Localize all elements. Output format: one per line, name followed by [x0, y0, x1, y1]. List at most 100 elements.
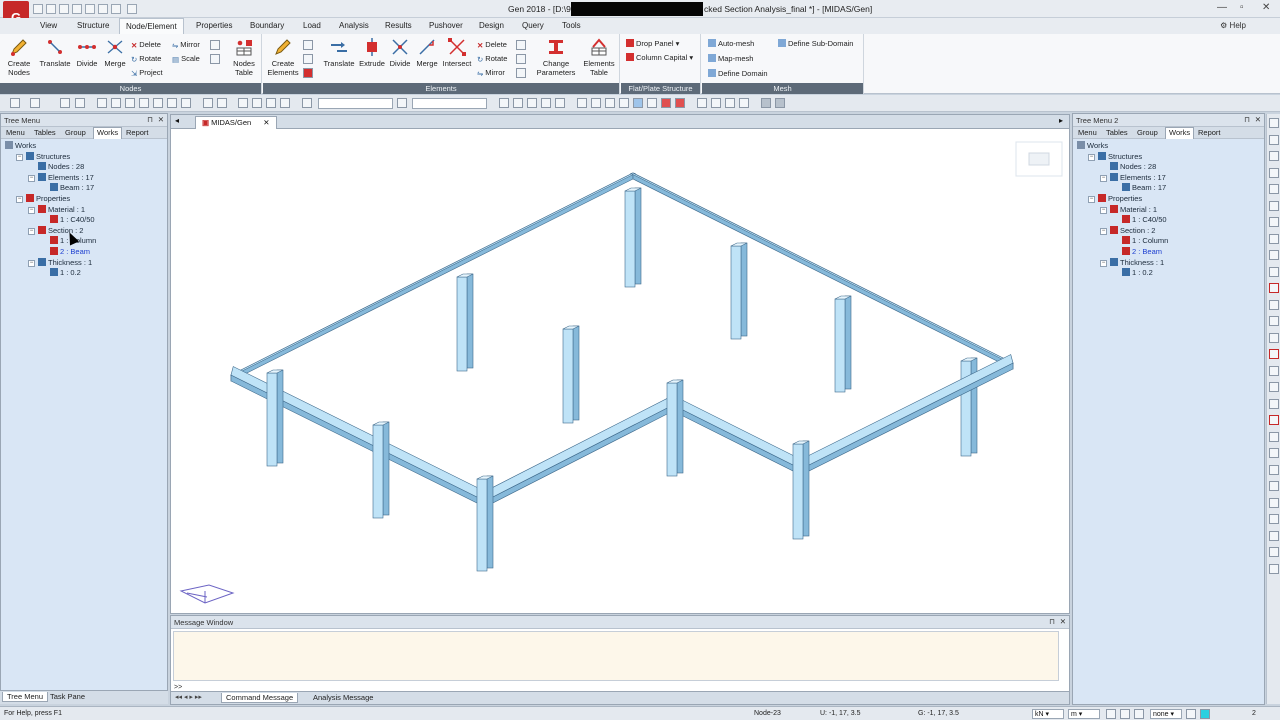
filter-icon[interactable]	[397, 98, 407, 108]
column-element[interactable]	[456, 273, 474, 372]
render-icon[interactable]	[675, 98, 685, 108]
tree-expander[interactable]: −	[28, 227, 35, 235]
status-tool-icon[interactable]	[1200, 709, 1210, 719]
print-preview-icon[interactable]	[98, 4, 108, 14]
tree-expander[interactable]: −	[16, 153, 23, 161]
view-icon[interactable]	[591, 98, 601, 108]
side-tool-icon[interactable]	[1269, 250, 1279, 260]
select-plane-icon[interactable]	[125, 98, 135, 108]
side-tool-icon[interactable]	[1269, 167, 1279, 178]
snap-icon[interactable]	[555, 98, 565, 108]
tree-node[interactable]: Elements : 17	[1110, 172, 1166, 182]
tree-expander[interactable]: −	[1100, 259, 1107, 267]
select-window-icon[interactable]	[75, 98, 85, 108]
change-parameters-button[interactable]: Change Parameters	[535, 37, 577, 77]
merge-elements-button[interactable]: Merge	[414, 37, 440, 68]
tab-scroll-left-icon[interactable]: ◂	[175, 116, 179, 125]
extrude-button[interactable]: Extrude	[357, 37, 387, 68]
open-file-icon[interactable]	[46, 4, 56, 14]
node-tool-icon[interactable]	[210, 40, 220, 50]
column-element[interactable]	[666, 379, 684, 477]
side-tool-icon[interactable]	[1269, 266, 1279, 277]
tab-query[interactable]: Query	[522, 21, 544, 30]
status-tool-icon[interactable]	[1134, 709, 1144, 719]
message-output[interactable]	[173, 631, 1059, 681]
element-tool-icon[interactable]	[303, 68, 313, 78]
tree-expander[interactable]: −	[1100, 227, 1107, 235]
tab-tree-menu[interactable]: Tree Menu	[2, 692, 48, 702]
side-tool-icon[interactable]	[1269, 332, 1279, 343]
tab-load[interactable]: Load	[303, 21, 321, 30]
tree-node[interactable]: Nodes : 28	[38, 162, 84, 171]
tree-node[interactable]: Nodes : 28	[1110, 162, 1156, 171]
side-tool-icon[interactable]	[1269, 431, 1279, 442]
tab-report[interactable]: Report	[126, 128, 149, 137]
tab-report[interactable]: Report	[1198, 128, 1221, 137]
beam-element[interactable]	[629, 172, 1014, 370]
side-tool-icon[interactable]	[1269, 316, 1279, 326]
tab-tables[interactable]: Tables	[1106, 128, 1128, 137]
side-tool-icon[interactable]	[1269, 118, 1279, 128]
maximize-button[interactable]: ▫	[1240, 2, 1244, 13]
side-tool-icon[interactable]	[1269, 547, 1279, 557]
tab-properties[interactable]: Properties	[196, 21, 232, 30]
tree-node[interactable]: Elements : 17	[38, 172, 94, 182]
tab-node-element[interactable]: Node/Element	[119, 18, 184, 34]
iso-view-icon[interactable]	[633, 98, 643, 108]
tree-node[interactable]: 2 : Beam	[50, 247, 90, 256]
tree-expander[interactable]: −	[1100, 174, 1107, 182]
select-volume-icon[interactable]	[139, 98, 149, 108]
project-nodes-button[interactable]: ⇲ Project	[131, 68, 163, 78]
zoom-fit-icon[interactable]	[252, 98, 262, 108]
tree-node[interactable]: Thickness : 1	[38, 257, 92, 267]
translate-elements-button[interactable]: Translate	[321, 37, 357, 68]
element-tool-icon[interactable]	[303, 54, 313, 64]
pin-icon[interactable]: ⊓	[1244, 115, 1250, 124]
zoom-window-icon[interactable]	[238, 98, 248, 108]
shrink-icon[interactable]	[661, 98, 671, 108]
undo-icon[interactable]	[10, 98, 20, 108]
select-all-icon[interactable]	[153, 98, 163, 108]
tab-group[interactable]: Group	[1137, 128, 1158, 137]
tree-node[interactable]: 1 : 0.2	[1122, 268, 1153, 277]
status-tool-icon[interactable]	[1106, 709, 1116, 719]
view-cube-icon[interactable]	[1011, 139, 1071, 179]
activate-icon[interactable]	[203, 98, 213, 108]
snap-icon[interactable]	[527, 98, 537, 108]
side-tool-icon[interactable]	[1269, 398, 1279, 409]
elements-table-button[interactable]: Elements Table	[581, 37, 617, 77]
display-icon[interactable]	[725, 98, 735, 108]
beam-element[interactable]	[798, 354, 1014, 476]
map-mesh-button[interactable]: Map-mesh	[708, 54, 753, 63]
nodes-table-button[interactable]: Nodes Table	[230, 37, 258, 77]
rotate-nodes-button[interactable]: ↻ Rotate	[131, 54, 161, 64]
grid-icon[interactable]	[775, 98, 785, 108]
tree-node[interactable]: Material : 1	[38, 204, 85, 214]
divide-nodes-button[interactable]: Divide	[74, 37, 100, 68]
tab-tables[interactable]: Tables	[34, 128, 56, 137]
new-file-icon[interactable]	[33, 4, 43, 14]
tree-node[interactable]: Section : 2	[38, 225, 83, 235]
define-domain-button[interactable]: Define Domain	[708, 69, 768, 78]
tab-structure[interactable]: Structure	[77, 21, 109, 30]
zoom-icon[interactable]	[111, 4, 121, 14]
tree-node[interactable]: Thickness : 1	[1110, 257, 1164, 267]
column-element[interactable]	[476, 475, 494, 572]
scale-nodes-button[interactable]: ▤ Scale	[172, 54, 200, 64]
element-tool-icon[interactable]	[516, 54, 526, 64]
column-element[interactable]	[834, 295, 852, 393]
tree-node[interactable]: Structures	[26, 151, 70, 161]
tree-node[interactable]: Material : 1	[1110, 204, 1157, 214]
select-dropdown[interactable]	[318, 98, 393, 109]
rotate-elements-button[interactable]: ↻ Rotate	[477, 54, 507, 64]
tree-expander[interactable]: −	[1088, 196, 1095, 203]
customize-icon[interactable]	[127, 4, 137, 14]
tab-scroll-right-icon[interactable]: ▸	[1059, 116, 1063, 125]
tab-analysis[interactable]: Analysis	[339, 21, 369, 30]
document-tab[interactable]: ▣ MIDAS/Gen ✕	[195, 116, 277, 129]
tree-node[interactable]: 1 : C40/50	[50, 215, 95, 224]
column-element[interactable]	[266, 369, 284, 467]
side-tool-icon[interactable]	[1269, 151, 1279, 161]
pin-icon[interactable]: ⊓	[1049, 617, 1055, 626]
display-icon[interactable]	[711, 98, 721, 108]
